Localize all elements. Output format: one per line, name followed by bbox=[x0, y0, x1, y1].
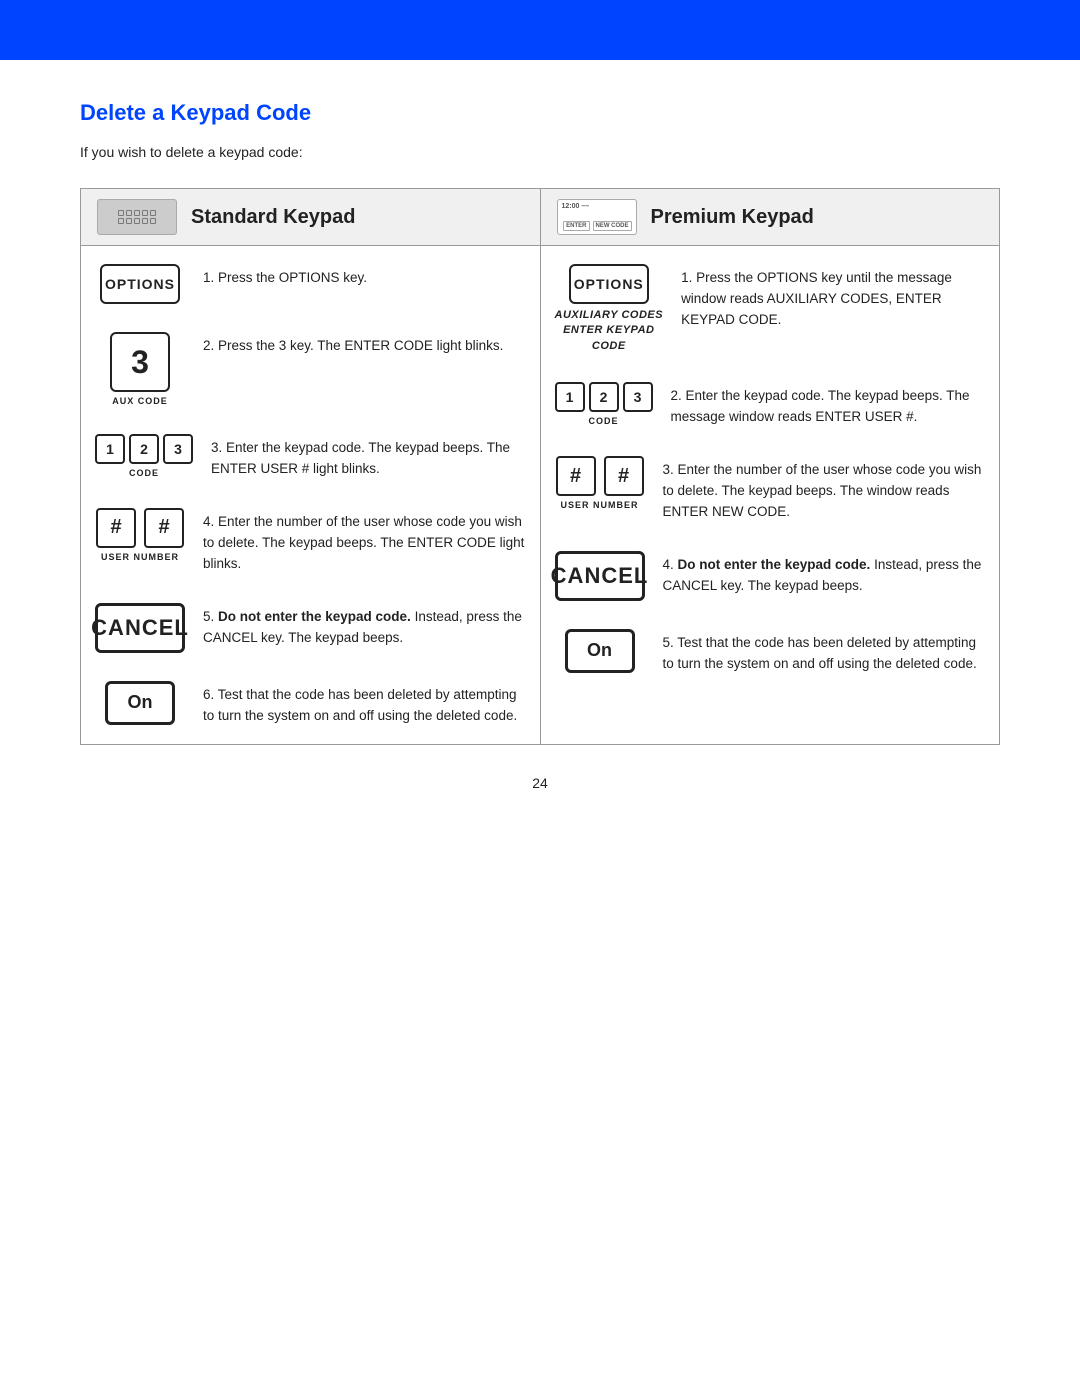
standard-step-3: 1 2 3 CODE 3. Enter the keypad code. The… bbox=[95, 434, 526, 480]
premium-step-5: On 5. Test that the code has been delete… bbox=[555, 629, 986, 675]
standard-hash-1: # bbox=[96, 508, 136, 548]
premium-keypad-icon: 12:00 –– ENTER NEW CODE bbox=[557, 199, 637, 235]
premium-on-key: On bbox=[565, 629, 635, 673]
standard-steps-cell: OPTIONS 1. Press the OPTIONS key. 3 AUX … bbox=[81, 246, 541, 745]
premium-on-key-visual: On bbox=[555, 629, 645, 673]
premium-options-key-visual: OPTIONS AUXILIARY CODESENTER KEYPADCODE bbox=[555, 264, 664, 354]
premium-step-4-text: 4. Do not enter the keypad code. Instead… bbox=[663, 551, 986, 597]
standard-hash-key-visual: # # USER NUMBER bbox=[95, 508, 185, 562]
standard-header-cell: Standard Keypad bbox=[81, 189, 541, 246]
premium-cancel-key-visual: CANCEL bbox=[555, 551, 645, 601]
standard-step-1-text: 1. Press the OPTIONS key. bbox=[203, 264, 526, 289]
standard-user-number-label: USER NUMBER bbox=[101, 552, 179, 562]
top-bar bbox=[0, 0, 1080, 60]
standard-step-4: # # USER NUMBER 4. Enter the number of t… bbox=[95, 508, 526, 575]
premium-steps: OPTIONS AUXILIARY CODESENTER KEYPADCODE … bbox=[541, 246, 1000, 693]
standard-on-key-visual: On bbox=[95, 681, 185, 725]
premium-step-5-text: 5. Test that the code has been deleted b… bbox=[663, 629, 986, 675]
premium-code-key-visual: 1 2 3 CODE bbox=[555, 382, 653, 426]
standard-step-5-text: 5. Do not enter the keypad code. Instead… bbox=[203, 603, 526, 649]
premium-code-keys: 1 2 3 bbox=[555, 382, 653, 412]
standard-options-key-visual: OPTIONS bbox=[95, 264, 185, 304]
standard-step-2-text: 2. Press the 3 key. The ENTER CODE light… bbox=[203, 332, 526, 357]
standard-steps: OPTIONS 1. Press the OPTIONS key. 3 AUX … bbox=[81, 246, 540, 744]
premium-step-2-text: 2. Enter the keypad code. The keypad bee… bbox=[671, 382, 986, 428]
standard-step-2: 3 AUX CODE 2. Press the 3 key. The ENTER… bbox=[95, 332, 526, 406]
standard-step-6-text: 6. Test that the code has been deleted b… bbox=[203, 681, 526, 727]
standard-step-1: OPTIONS 1. Press the OPTIONS key. bbox=[95, 264, 526, 304]
standard-key-1: 1 bbox=[95, 434, 125, 464]
standard-keypad-icon bbox=[97, 199, 177, 235]
standard-code-label: CODE bbox=[129, 468, 159, 478]
premium-steps-cell: OPTIONS AUXILIARY CODESENTER KEYPADCODE … bbox=[540, 246, 1000, 745]
instructions-table: Standard Keypad 12:00 –– ENTER NEW CODE … bbox=[80, 188, 1000, 745]
intro-text: If you wish to delete a keypad code: bbox=[80, 144, 1000, 160]
premium-header-label: Premium Keypad bbox=[651, 206, 814, 229]
standard-code-key-visual: 1 2 3 CODE bbox=[95, 434, 193, 478]
standard-key-2: 2 bbox=[129, 434, 159, 464]
standard-on-key: On bbox=[105, 681, 175, 725]
standard-step-6: On 6. Test that the code has been delete… bbox=[95, 681, 526, 727]
standard-code-keys: 1 2 3 bbox=[95, 434, 193, 464]
standard-hash-keys: # # bbox=[96, 508, 184, 548]
premium-step-3: # # USER NUMBER 3. Enter the number of t… bbox=[555, 456, 986, 523]
premium-step-1-text: 1. Press the OPTIONS key until the messa… bbox=[681, 264, 985, 331]
premium-hash-1: # bbox=[556, 456, 596, 496]
standard-options-key: OPTIONS bbox=[100, 264, 180, 304]
premium-step-1: OPTIONS AUXILIARY CODESENTER KEYPADCODE … bbox=[555, 264, 986, 354]
premium-hash-keys: # # bbox=[556, 456, 644, 496]
premium-key-3: 3 bbox=[623, 382, 653, 412]
premium-hash-key-visual: # # USER NUMBER bbox=[555, 456, 645, 510]
premium-step-2: 1 2 3 CODE 2. Enter the keypad code. The… bbox=[555, 382, 986, 428]
standard-hash-2: # bbox=[144, 508, 184, 548]
premium-key-2: 2 bbox=[589, 382, 619, 412]
premium-options-key: OPTIONS bbox=[569, 264, 649, 304]
standard-key-3: 3 bbox=[163, 434, 193, 464]
standard-aux-code-label: AUX CODE bbox=[112, 396, 168, 406]
page-title: Delete a Keypad Code bbox=[80, 100, 1000, 126]
standard-cancel-key-visual: CANCEL bbox=[95, 603, 185, 653]
standard-header-label: Standard Keypad bbox=[191, 206, 355, 229]
premium-aux-text: AUXILIARY CODESENTER KEYPADCODE bbox=[555, 308, 664, 354]
standard-step-5: CANCEL 5. Do not enter the keypad code. … bbox=[95, 603, 526, 653]
premium-cancel-key: CANCEL bbox=[555, 551, 645, 601]
standard-step-4-text: 4. Enter the number of the user whose co… bbox=[203, 508, 526, 575]
standard-step-3-text: 3. Enter the keypad code. The keypad bee… bbox=[211, 434, 526, 480]
standard-3-key-visual: 3 AUX CODE bbox=[95, 332, 185, 406]
premium-key-1: 1 bbox=[555, 382, 585, 412]
standard-cancel-key: CANCEL bbox=[95, 603, 185, 653]
page-number: 24 bbox=[80, 775, 1000, 791]
premium-step-4: CANCEL 4. Do not enter the keypad code. … bbox=[555, 551, 986, 601]
standard-3-key: 3 bbox=[110, 332, 170, 392]
premium-step-3-text: 3. Enter the number of the user whose co… bbox=[663, 456, 986, 523]
premium-hash-2: # bbox=[604, 456, 644, 496]
premium-code-label: CODE bbox=[588, 416, 618, 426]
premium-user-number-label: USER NUMBER bbox=[560, 500, 638, 510]
premium-header-cell: 12:00 –– ENTER NEW CODE Premium Keypad bbox=[540, 189, 1000, 246]
